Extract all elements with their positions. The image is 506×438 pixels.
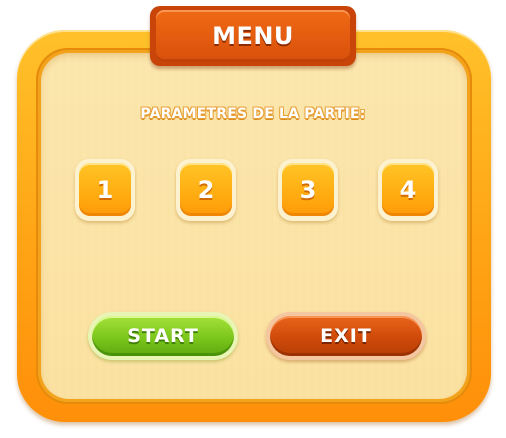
option-button-3[interactable]: 3 [278, 159, 338, 221]
option-button-4[interactable]: 4 [378, 159, 438, 221]
start-button-label: START [127, 325, 199, 347]
exit-button-label: EXIT [320, 325, 372, 347]
title-ribbon: MENU [156, 10, 350, 62]
option-button-1[interactable]: 1 [75, 159, 135, 221]
option-button-face: 2 [180, 163, 232, 216]
option-label: 2 [197, 175, 215, 204]
menu-screen: MENU PARAMETRES DE LA PARTIE: 1 2 3 4 ST… [0, 0, 506, 438]
option-label: 1 [96, 175, 114, 204]
option-label: 3 [299, 175, 317, 204]
start-button[interactable]: START [88, 312, 238, 360]
option-label: 4 [399, 175, 417, 204]
game-settings-heading: PARAMETRES DE LA PARTIE: [140, 106, 366, 122]
option-button-face: 1 [79, 163, 131, 216]
start-button-face: START [92, 316, 234, 356]
option-button-2[interactable]: 2 [176, 159, 236, 221]
menu-title: MENU [212, 22, 294, 50]
exit-button[interactable]: EXIT [266, 312, 426, 360]
option-button-face: 4 [382, 163, 434, 216]
option-button-face: 3 [282, 163, 334, 216]
exit-button-face: EXIT [270, 316, 422, 356]
